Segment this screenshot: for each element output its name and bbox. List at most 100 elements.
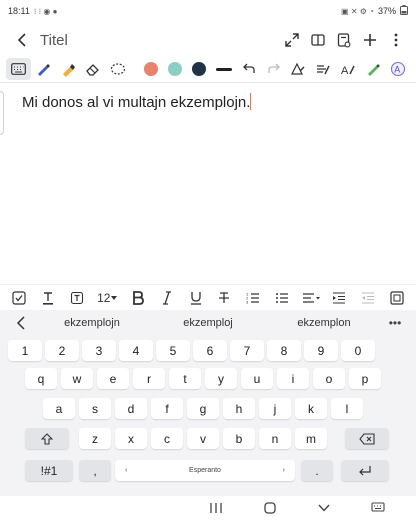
key-8[interactable]: 8: [267, 340, 301, 361]
book-view-button[interactable]: [308, 30, 328, 50]
format-toolbar: 12 123: [0, 284, 416, 310]
key-j[interactable]: j: [259, 398, 291, 419]
suggestion-3[interactable]: ekzemplon: [266, 317, 382, 329]
color-swatch-navy[interactable]: [191, 62, 206, 76]
suggestion-collapse-button[interactable]: [8, 311, 34, 335]
pen-button[interactable]: [31, 58, 56, 80]
suggestion-2[interactable]: ekzemploj: [150, 317, 266, 329]
key-b[interactable]: b: [223, 428, 255, 449]
add-button[interactable]: [360, 30, 380, 50]
key-c[interactable]: c: [151, 428, 183, 449]
space-key[interactable]: ‹ Esperanto ›: [115, 460, 295, 481]
text-caret: [250, 93, 252, 110]
key-t[interactable]: t: [169, 368, 201, 389]
eraser-button[interactable]: [80, 58, 105, 80]
indent-button[interactable]: [328, 287, 350, 309]
key-e[interactable]: e: [97, 368, 129, 389]
key-0[interactable]: 0: [341, 340, 375, 361]
shape-button[interactable]: [286, 58, 311, 80]
keyboard-mode-button[interactable]: [6, 58, 31, 80]
key-v[interactable]: v: [187, 428, 219, 449]
note-body[interactable]: Mi donos al vi multajn ekzemplojn.: [22, 93, 252, 111]
key-z[interactable]: z: [79, 428, 111, 449]
key-p[interactable]: p: [349, 368, 381, 389]
key-y[interactable]: y: [205, 368, 237, 389]
key-3[interactable]: 3: [82, 340, 116, 361]
key-9[interactable]: 9: [304, 340, 338, 361]
color-swatch-salmon[interactable]: [143, 62, 158, 76]
key-1[interactable]: 1: [8, 340, 42, 361]
text-style-button[interactable]: A: [336, 58, 361, 80]
highlighter-button[interactable]: [56, 58, 81, 80]
text-color-button[interactable]: [37, 287, 59, 309]
comma-key[interactable]: ,: [79, 460, 111, 481]
key-q[interactable]: q: [25, 368, 57, 389]
suggestion-1[interactable]: ekzemplojn: [34, 317, 150, 329]
ai-pen-button[interactable]: [360, 58, 385, 80]
key-u[interactable]: u: [241, 368, 273, 389]
outdent-button[interactable]: [357, 287, 379, 309]
paragraph-align-button[interactable]: [300, 287, 322, 309]
status-icons: ▣ ✕ ⚙ ◔: [341, 6, 374, 16]
period-key[interactable]: .: [301, 460, 333, 481]
key-i[interactable]: i: [277, 368, 309, 389]
side-panel-handle[interactable]: [0, 91, 4, 135]
symbols-key[interactable]: !#1: [25, 460, 73, 481]
key-m[interactable]: m: [295, 428, 327, 449]
image-frame-icon: [390, 290, 404, 305]
keyboard-switch-button[interactable]: [368, 498, 388, 518]
shift-key[interactable]: [25, 428, 69, 449]
key-x[interactable]: x: [115, 428, 147, 449]
chevron-left-icon: [17, 33, 26, 47]
recent-apps-button[interactable]: [206, 498, 226, 518]
lasso-icon: [110, 63, 125, 75]
undo-button[interactable]: [236, 58, 261, 80]
key-o[interactable]: o: [313, 368, 345, 389]
numbered-list-button[interactable]: 123: [242, 287, 264, 309]
strikethrough-button[interactable]: [213, 287, 235, 309]
more-suggestions-button[interactable]: •••: [382, 316, 408, 330]
hide-keyboard-button[interactable]: [314, 498, 334, 518]
text-background-button[interactable]: [66, 287, 88, 309]
backspace-key[interactable]: [345, 428, 389, 449]
checkbox-button[interactable]: [8, 287, 30, 309]
key-4[interactable]: 4: [119, 340, 153, 361]
bold-button[interactable]: [127, 287, 149, 309]
key-5[interactable]: 5: [156, 340, 190, 361]
key-k[interactable]: k: [295, 398, 327, 419]
back-button[interactable]: [10, 28, 34, 52]
lasso-button[interactable]: [105, 58, 130, 80]
key-h[interactable]: h: [223, 398, 255, 419]
underline-button[interactable]: [185, 287, 207, 309]
key-6[interactable]: 6: [193, 340, 227, 361]
key-2[interactable]: 2: [45, 340, 79, 361]
note-canvas[interactable]: Mi donos al vi multajn ekzemplojn.: [0, 83, 416, 283]
key-7[interactable]: 7: [230, 340, 264, 361]
key-f[interactable]: f: [151, 398, 183, 419]
page-settings-button[interactable]: [334, 30, 354, 50]
handwriting-assist-button[interactable]: A: [385, 58, 410, 80]
redo-button[interactable]: [261, 58, 286, 80]
enter-key[interactable]: [341, 460, 389, 481]
expand-button[interactable]: [282, 30, 302, 50]
color-swatch-teal[interactable]: [167, 62, 182, 76]
key-g[interactable]: g: [187, 398, 219, 419]
key-l[interactable]: l: [331, 398, 363, 419]
key-w[interactable]: w: [61, 368, 93, 389]
bullet-list-button[interactable]: [271, 287, 293, 309]
home-button[interactable]: [260, 498, 280, 518]
key-a[interactable]: a: [43, 398, 75, 419]
strikethrough-icon: [219, 291, 230, 303]
more-options-button[interactable]: [386, 30, 406, 50]
key-s[interactable]: s: [79, 398, 111, 419]
insert-image-button[interactable]: [386, 287, 408, 309]
italic-button[interactable]: [156, 287, 178, 309]
text-align-button[interactable]: [311, 58, 336, 80]
stroke-width-button[interactable]: [211, 58, 237, 80]
key-r[interactable]: r: [133, 368, 165, 389]
underline-icon: [190, 291, 201, 305]
key-d[interactable]: d: [115, 398, 147, 419]
note-title[interactable]: Titel: [40, 32, 68, 49]
font-size-dropdown[interactable]: 12: [94, 287, 120, 309]
key-n[interactable]: n: [259, 428, 291, 449]
